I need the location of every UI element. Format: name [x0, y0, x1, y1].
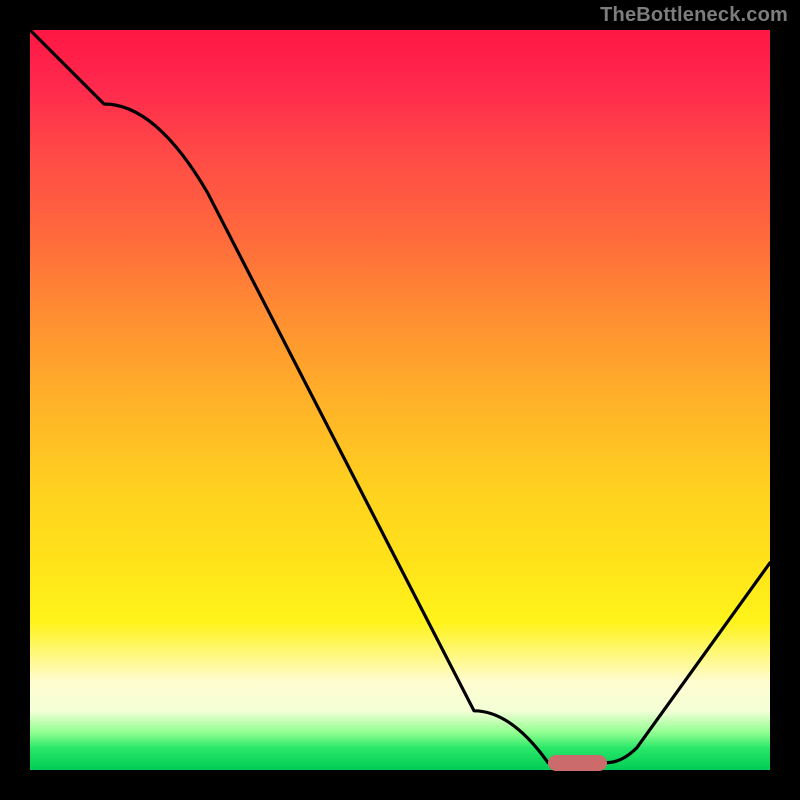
curve-path [30, 30, 770, 763]
optimal-range-marker [548, 755, 607, 771]
chart-frame: TheBottleneck.com [0, 0, 800, 800]
watermark-text: TheBottleneck.com [600, 4, 788, 27]
bottleneck-curve [30, 30, 770, 770]
plot-area [30, 30, 770, 770]
